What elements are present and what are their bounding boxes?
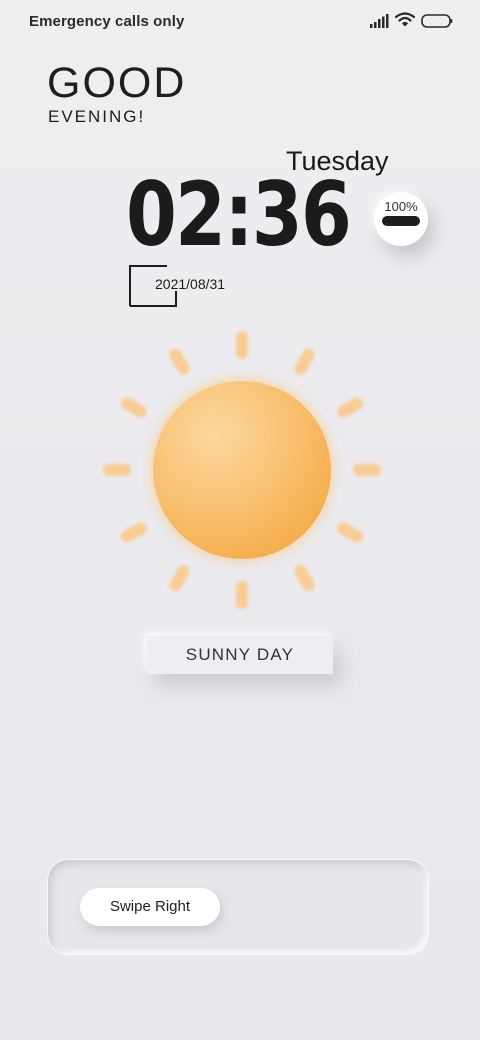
date-label: 2021/08/31: [155, 276, 226, 292]
sun-ray: [294, 565, 315, 592]
greeting-subtitle: EVENING!: [48, 107, 146, 126]
sun-ray: [337, 522, 364, 543]
carrier-status-text: Emergency calls only: [29, 13, 185, 30]
swipe-right-button[interactable]: Swipe Right: [80, 888, 220, 926]
signal-icon: [370, 14, 389, 28]
sun-ray: [353, 464, 381, 476]
sun-ray: [103, 464, 131, 476]
sun-ray: [169, 348, 190, 375]
clock-time: 02:36: [126, 163, 352, 266]
sun-ray: [236, 581, 248, 609]
battery-icon: [421, 14, 453, 28]
sun-ray: [169, 565, 190, 592]
status-bar: Emergency calls only: [0, 0, 480, 44]
greeting-title: GOOD: [47, 59, 187, 107]
battery-widget: 100%: [374, 192, 428, 246]
wifi-icon: [395, 12, 415, 27]
weather-condition-label: SUNNY DAY: [147, 636, 333, 674]
battery-level-bar: [382, 216, 420, 226]
battery-percent: 100%: [384, 199, 418, 214]
sun-icon: [100, 328, 384, 612]
sun-ray: [236, 331, 248, 359]
sun-ray: [294, 348, 315, 375]
sun-ray: [337, 397, 364, 418]
sun-ray: [120, 397, 147, 418]
sun-ray: [120, 522, 147, 543]
sun-core: [153, 381, 331, 559]
